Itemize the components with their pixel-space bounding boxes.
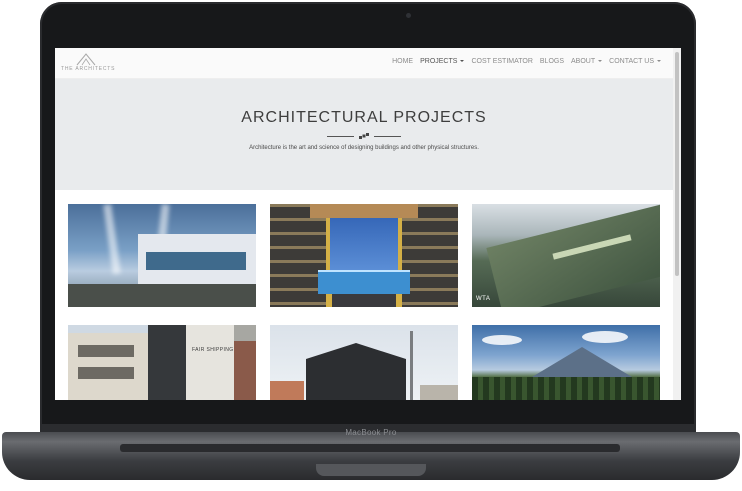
cloud [482,335,522,345]
sky [68,325,148,333]
project-card-1[interactable] [68,204,256,307]
tree-line [472,377,660,400]
nav-item-label: CONTACT US [609,58,654,65]
stair-tower [148,325,186,400]
caret-down-icon [598,60,603,63]
image-caption: WTA [476,296,491,302]
nav-item-label: PROJECTS [420,58,458,65]
nav-item-cost-estimator[interactable]: COST ESTIMATOR [471,58,532,65]
keyboard-edge [120,444,620,452]
nav-item-about[interactable]: ABOUT [571,58,603,65]
nav-item-label: ABOUT [571,58,596,65]
main-menu: HOME PROJECTS COST ESTIMATOR BLOGS ABOUT… [392,58,661,65]
window-band [78,345,134,357]
logo-text: THE ARCHITECTS [61,66,116,72]
logo-mark-icon [76,53,96,66]
site-logo[interactable]: THE ARCHITECTS [61,53,116,75]
project-card-2[interactable] [270,204,458,307]
cloud [582,331,628,343]
roof-canopy [310,204,418,218]
divider-ornament-icon [359,133,369,139]
brick-building [234,341,256,400]
project-card-3[interactable]: WTA [472,204,660,307]
nav-item-label: BLOGS [539,58,565,65]
nav-item-label: HOME [392,58,414,65]
scrollbar-thumb[interactable] [675,52,679,276]
utility-pole [410,331,413,400]
page-scrollbar[interactable] [673,48,681,400]
hill-slope [486,204,660,307]
trackpad-notch [316,464,426,476]
glass-facade [146,252,246,270]
light-beam [103,204,121,275]
browser-viewport[interactable]: THE ARCHITECTS HOME PROJECTS COST ESTIMA… [55,48,681,400]
facade-wall [186,325,234,400]
building-sign: FAIR SHIPPING [192,347,234,353]
nav-item-projects[interactable]: PROJECTS [420,58,465,65]
ground [68,284,256,307]
device-brand-label: MacBook Pro [345,428,397,437]
neighbor-roof [270,381,304,400]
timber-building [306,359,406,400]
nav-item-blogs[interactable]: BLOGS [540,58,564,65]
top-navbar: THE ARCHITECTS HOME PROJECTS COST ESTIMA… [55,48,673,79]
project-card-6[interactable] [472,325,660,400]
window-band [78,367,134,379]
divider-line [327,136,354,137]
camera-icon [406,13,411,18]
divider-line [374,136,401,137]
page-hero: ARCHITECTURAL PROJECTS Architecture is t… [55,79,673,190]
neighbor-roof [420,385,458,400]
volcano [532,347,632,377]
page-subtitle: Architecture is the art and science of d… [249,145,479,151]
nav-item-label: COST ESTIMATOR [471,58,533,65]
roof-gable [306,343,406,359]
nav-item-home[interactable]: HOME [392,58,413,65]
caret-down-icon [460,60,465,63]
nav-item-contact-us[interactable]: CONTACT US [609,58,661,65]
page-title: ARCHITECTURAL PROJECTS [241,109,487,126]
title-divider [327,133,401,139]
project-card-5[interactable] [270,325,458,400]
caret-down-icon [657,60,661,63]
pool [318,270,410,294]
project-card-4[interactable]: FAIR SHIPPING [68,325,256,400]
